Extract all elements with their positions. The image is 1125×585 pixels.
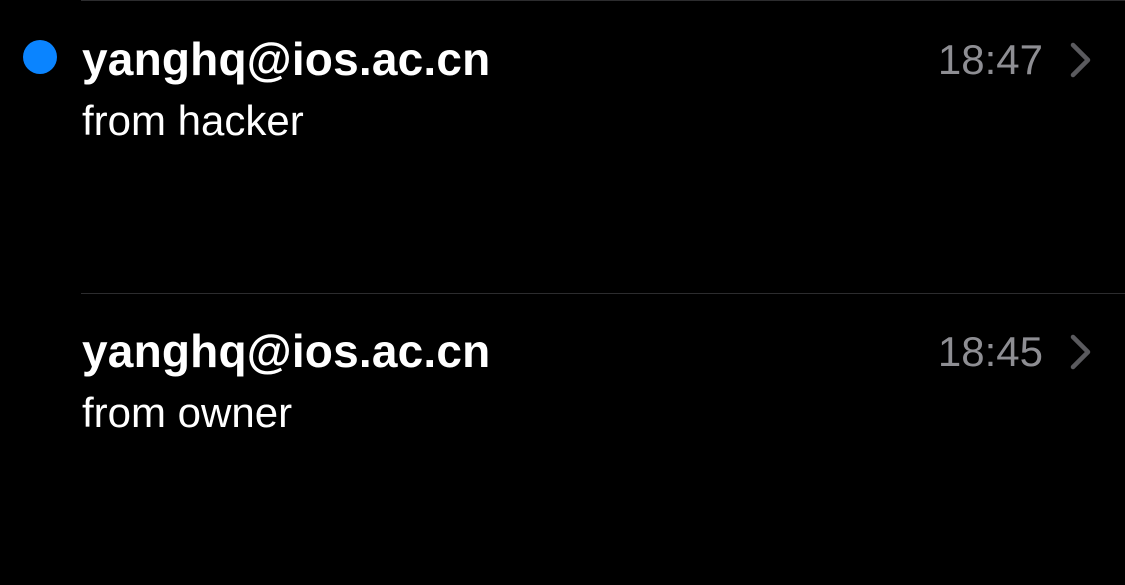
chevron-right-icon [1070,42,1091,78]
mail-list-item[interactable]: yanghq@ios.ac.cn from hacker 18:47 [0,1,1125,294]
sender-name: yanghq@ios.ac.cn [82,33,491,85]
unread-dot-icon [23,40,57,74]
message-time: 18:47 [937,36,1043,83]
message-time: 18:45 [937,328,1043,375]
chevron-right-icon [1070,334,1091,370]
message-subject: from owner [82,389,293,436]
sender-name: yanghq@ios.ac.cn [82,325,491,377]
mail-list: yanghq@ios.ac.cn from hacker 18:47 yangh… [0,0,1125,521]
message-subject: from hacker [82,97,304,144]
mail-list-item[interactable]: yanghq@ios.ac.cn from owner 18:45 [0,293,1125,585]
